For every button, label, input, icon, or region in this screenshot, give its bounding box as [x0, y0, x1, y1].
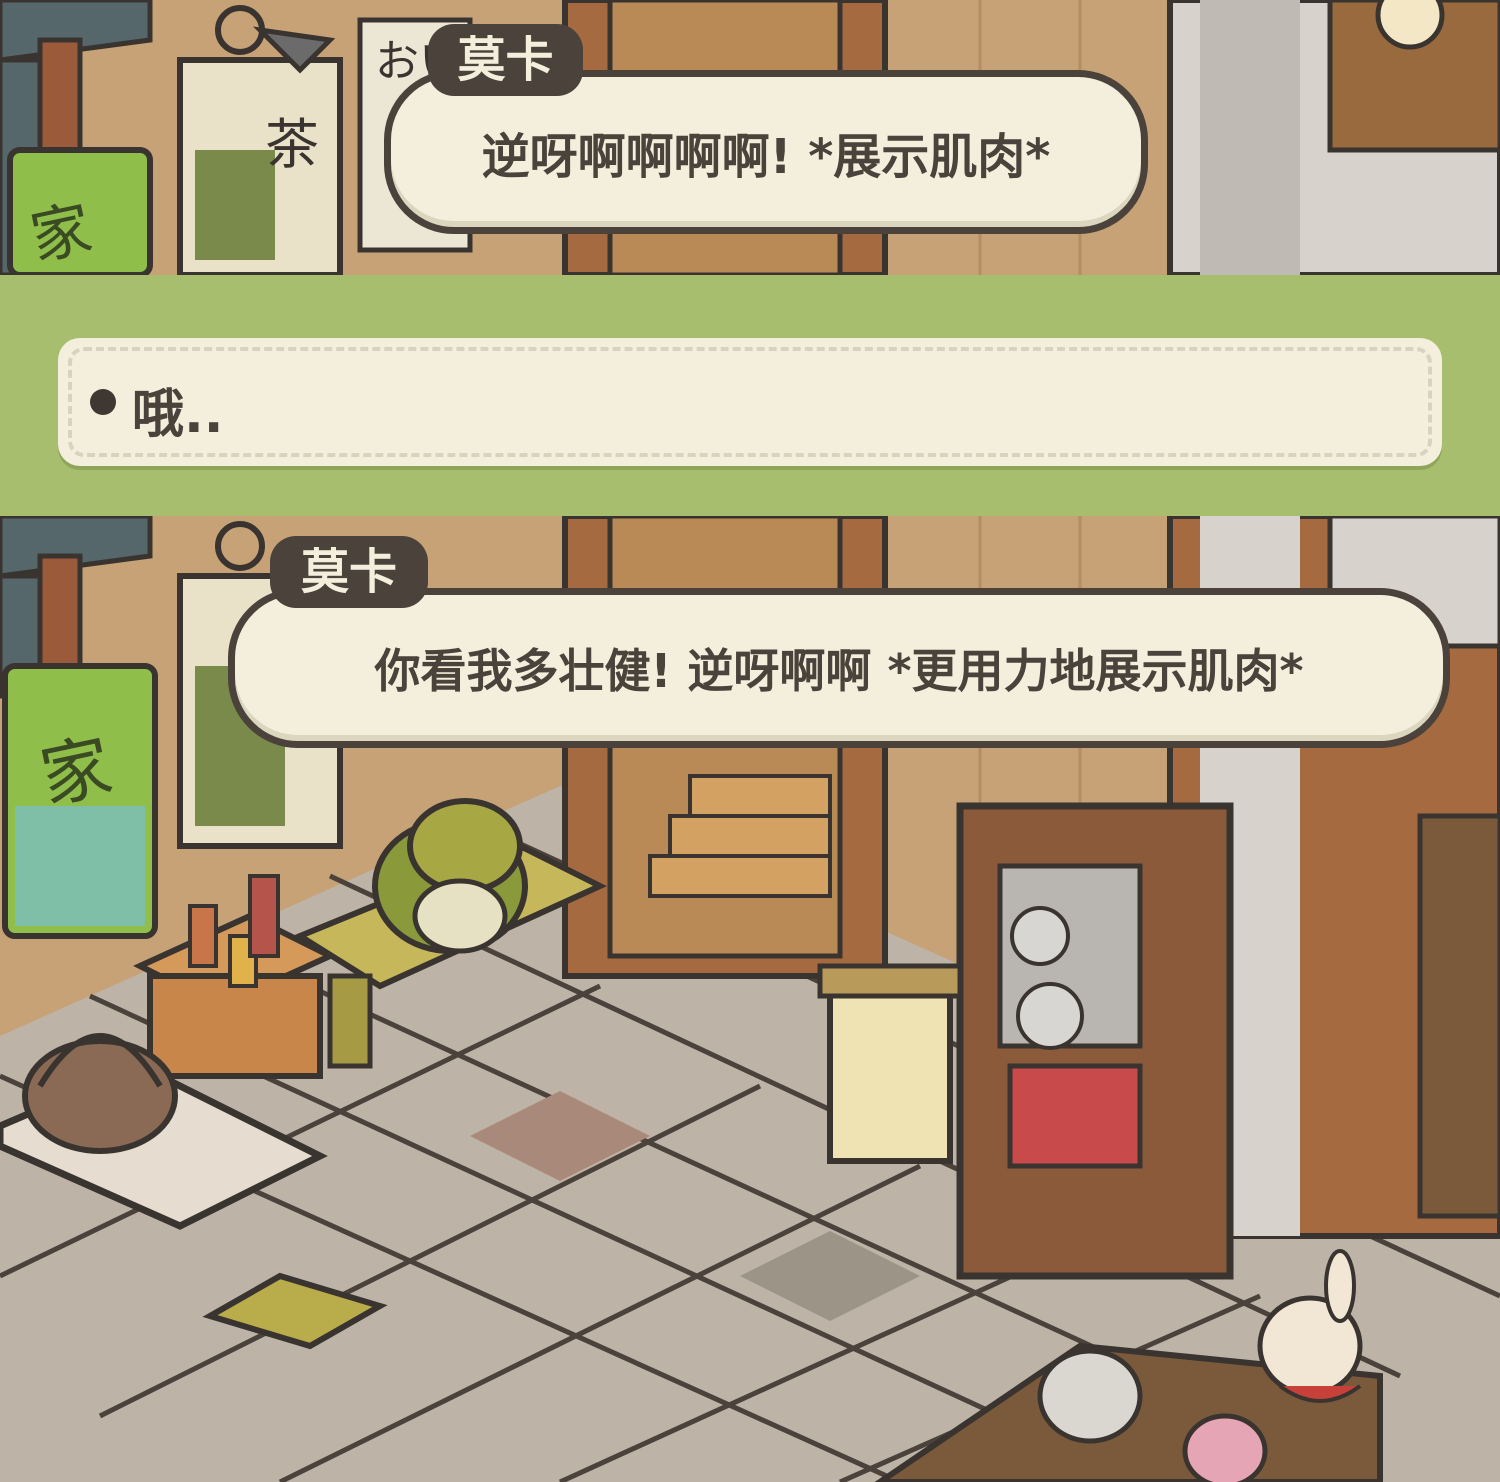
bullet-icon: [90, 389, 116, 415]
dialog-1-text: 逆呀啊啊啊啊! *展示肌肉*: [481, 129, 1051, 185]
dialog-bubble-2[interactable]: 你看我多壮健! 逆呀啊啊 *更用力地展示肌肉*: [228, 588, 1450, 748]
choice-option-text[interactable]: 哦..: [132, 372, 224, 447]
choice-border: [68, 347, 1432, 457]
speaker-name-tag-1: 莫卡: [428, 24, 583, 96]
tea-sign-text: 茶: [265, 113, 319, 176]
choice-option[interactable]: [58, 338, 1442, 466]
speaker-name-tag-2: 莫卡: [270, 536, 428, 608]
dialog-2-text: 你看我多壮健! 逆呀啊啊 *更用力地展示肌肉*: [374, 644, 1304, 698]
